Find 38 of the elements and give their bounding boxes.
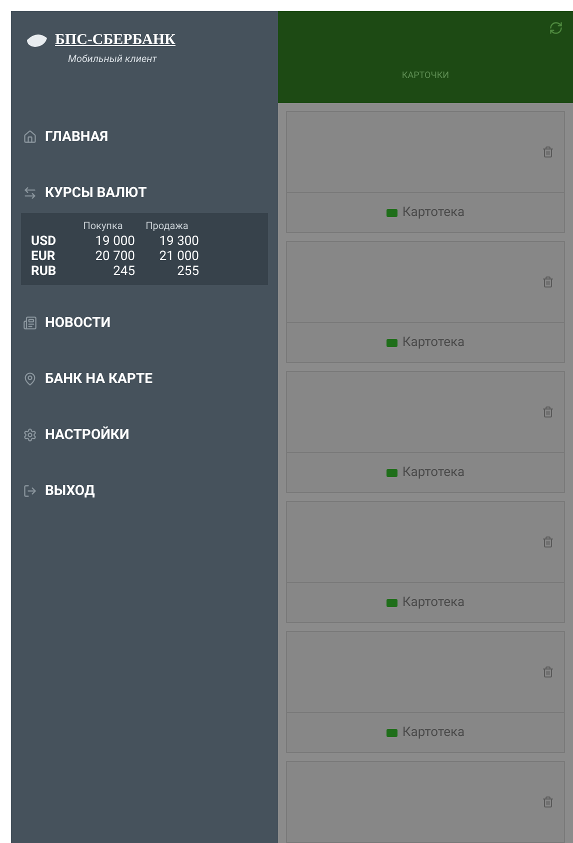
trash-icon[interactable] bbox=[542, 536, 554, 548]
currency-code: RUB bbox=[31, 264, 58, 279]
buy-rate: 19 000 bbox=[94, 234, 135, 249]
column-header: Продажа bbox=[144, 220, 190, 234]
menu-item[interactable]: ВЫХОД bbox=[11, 463, 278, 519]
home-icon bbox=[23, 130, 37, 144]
logo-title: БПС-СБЕРБАНК bbox=[55, 31, 176, 50]
logo-icon bbox=[25, 32, 49, 48]
sell-rate: 255 bbox=[176, 264, 199, 279]
menu-item[interactable]: НАСТРОЙКИ bbox=[11, 407, 278, 463]
card-icon bbox=[386, 466, 398, 478]
refresh-icon[interactable] bbox=[549, 21, 563, 35]
trash-icon[interactable] bbox=[542, 796, 554, 808]
exit-icon bbox=[23, 484, 37, 498]
sell-rate: 19 300 bbox=[158, 234, 199, 249]
card-icon bbox=[386, 336, 398, 348]
logo-subtitle: Мобильный клиент bbox=[67, 52, 158, 66]
menu-item[interactable]: НОВОСТИ bbox=[11, 295, 278, 351]
sell-rate: 21 000 bbox=[158, 249, 199, 264]
rates-icon bbox=[23, 186, 37, 200]
buy-rate: 20 700 bbox=[94, 249, 135, 264]
card-icon bbox=[386, 596, 398, 608]
currency-code: USD bbox=[31, 234, 58, 249]
card-icon bbox=[386, 726, 398, 738]
trash-icon[interactable] bbox=[542, 276, 554, 288]
trash-icon[interactable] bbox=[542, 666, 554, 678]
currency-code: EUR bbox=[31, 249, 56, 264]
card-icon bbox=[386, 206, 398, 218]
trash-icon[interactable] bbox=[542, 146, 554, 158]
news-icon bbox=[23, 316, 37, 330]
column-header: Покупка bbox=[82, 220, 124, 234]
buy-rate: 245 bbox=[112, 264, 135, 279]
menu-item[interactable]: КУРСЫ ВАЛЮТ bbox=[11, 165, 278, 221]
trash-icon[interactable] bbox=[542, 406, 554, 418]
menu-item[interactable]: БАНК НА КАРТЕ bbox=[11, 351, 278, 407]
menu-item[interactable]: ГЛАВНАЯ bbox=[11, 109, 278, 165]
settings-icon bbox=[23, 428, 37, 442]
map-icon bbox=[23, 372, 37, 386]
